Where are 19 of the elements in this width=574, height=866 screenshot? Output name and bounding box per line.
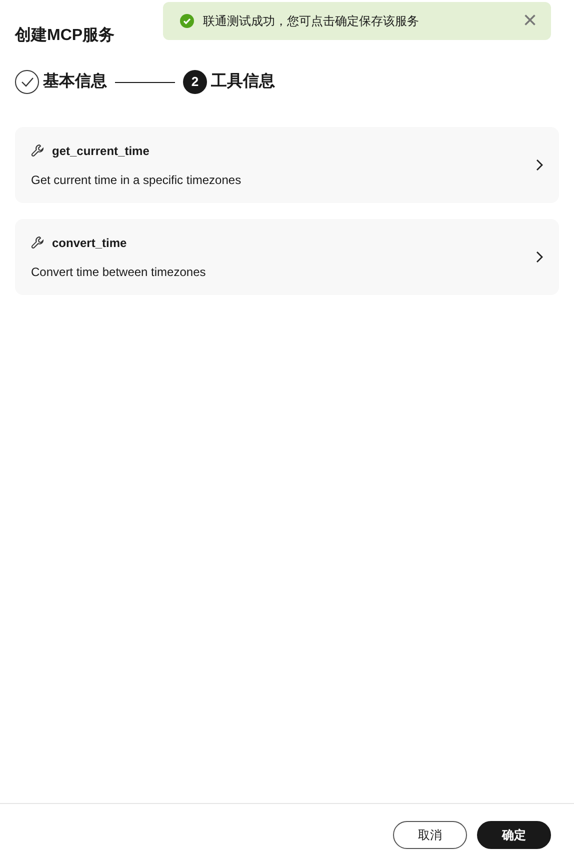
step-label: 基本信息 — [43, 72, 107, 92]
step-number: 2 — [183, 70, 207, 94]
tool-description: Get current time in a specific timezones — [31, 172, 242, 188]
close-button[interactable]: × — [520, 9, 539, 33]
toast-message: 联通测试成功，您可点击确定保存该服务 — [203, 13, 419, 30]
tool-description: Convert time between timezones — [31, 264, 207, 280]
chevron-right-icon — [536, 251, 543, 263]
chevron-right-icon — [536, 159, 543, 171]
confirm-button[interactable]: 确定 — [477, 821, 551, 849]
step-label: 工具信息 — [211, 72, 275, 92]
tool-card[interactable]: convert_time Convert time between timezones — [15, 219, 559, 295]
tool-card[interactable]: get_current_time Get current time in a specific timezones — [15, 127, 559, 203]
wrench-icon — [31, 144, 44, 157]
tool-name: convert_time — [52, 234, 127, 252]
success-icon — [180, 14, 194, 28]
wrench-icon — [31, 236, 44, 249]
cancel-button[interactable]: 取消 — [393, 821, 467, 849]
page-title: 创建MCP服务 — [15, 27, 115, 44]
tool-name: get_current_time — [52, 142, 150, 160]
